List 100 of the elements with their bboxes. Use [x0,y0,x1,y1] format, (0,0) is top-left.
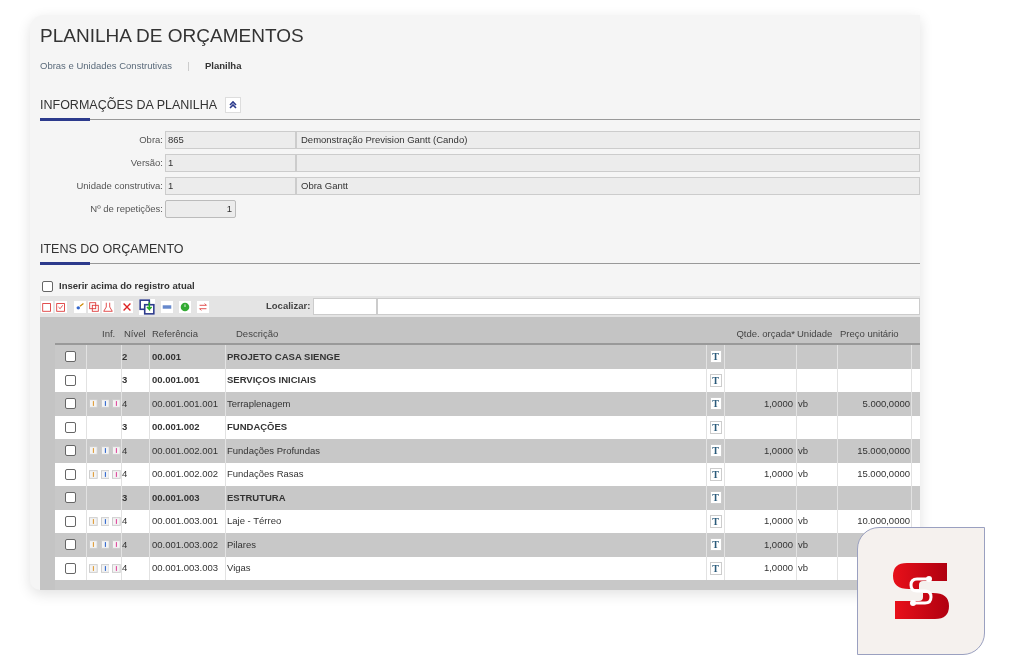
delete-icon[interactable] [121,300,133,313]
checkbox[interactable] [65,515,76,527]
duplicate-icon[interactable] [88,300,100,313]
note-button[interactable]: T [709,514,722,528]
description-cell: Fundações Profundas [226,439,707,463]
checkbox[interactable] [65,351,76,363]
level-cell: 3 [122,486,150,510]
section-title: ITENS DO ORÇAMENTO [40,240,184,258]
code-field[interactable]: 1 [165,154,296,172]
flask-icon[interactable] [102,300,114,313]
info-icon[interactable] [112,540,121,550]
info-icon[interactable] [89,469,98,479]
note-button[interactable]: T [709,467,722,481]
unit-cell: vb [798,514,809,529]
reference-cell: 00.001.002.001 [150,439,226,463]
info-icon[interactable] [100,399,110,409]
info-icon[interactable] [112,469,121,479]
checkbox[interactable] [65,539,76,551]
note-button[interactable]: T [709,350,722,364]
level-cell: 4 [122,533,150,557]
note-button[interactable]: T [709,491,722,505]
field-label: Versão: [129,155,164,170]
column-header: Unidade [797,326,834,341]
level-cell: 4 [122,392,150,416]
description-cell: Terraplenagem [226,392,707,416]
checkbox[interactable] [65,492,76,504]
column-header: Descrição [235,326,280,341]
reference-cell: 00.001.003.002 [150,533,226,557]
column-header: Qtde. orçada* [735,326,796,341]
price-cell: 5.000,0000 [862,396,910,411]
info-icon[interactable] [100,516,110,526]
search-field[interactable] [313,298,378,315]
field-label: Nº de repetições: [89,201,164,216]
checkbox[interactable] [65,445,76,457]
note-button[interactable]: T [709,397,722,411]
quantity-cell: 1,0000 [763,514,793,529]
copy-icon[interactable] [41,300,53,313]
description-field[interactable]: Demonstração Prevision Gantt (Cando) [296,131,920,149]
quantity-cell: 1,0000 [763,396,793,411]
move-icon[interactable] [139,298,155,315]
quantity-cell: 1,0000 [763,537,793,552]
search-label: Localizar: [266,299,311,314]
reference-cell: 00.001.003 [150,486,226,510]
column-header: Referência [151,326,199,341]
column-header: Inf. [101,326,117,341]
note-button[interactable]: T [709,538,722,552]
reference-cell: 00.001.001.001 [150,392,226,416]
reference-cell: 00.001 [150,345,226,369]
code-field[interactable]: 865 [165,131,296,149]
info-icon[interactable] [89,563,98,573]
page-title: PLANILHA DE ORÇAMENTOS [40,24,305,48]
quantity-cell: 1,0000 [763,443,793,458]
info-icon[interactable] [100,446,110,456]
price-cell: 15.000,0000 [857,443,910,458]
breadcrumb-link[interactable]: Planilha [205,58,242,74]
info-icon[interactable] [100,540,110,550]
info-icon[interactable] [112,446,121,456]
info-icon[interactable] [112,516,121,526]
field-label: Unidade construtiva: [75,178,164,193]
info-icon[interactable] [112,399,121,409]
level-cell: 4 [122,439,150,463]
description-field[interactable]: Obra Gantt [296,177,920,195]
checkbox[interactable] [65,468,76,480]
info-icon[interactable] [100,563,110,573]
price-cell: 15.000,0000 [857,467,910,482]
description-field[interactable] [296,154,920,172]
level-cell: 2 [122,345,150,369]
checkbox[interactable] [65,421,76,433]
note-button[interactable]: T [709,420,722,434]
price-cell: 10.000,0000 [857,514,910,529]
description-cell: ESTRUTURA [226,486,707,510]
description-cell: PROJETO CASA SIENGE [226,345,707,369]
chevrons-icon [228,100,239,110]
description-cell: Pilares [226,533,707,557]
code-field[interactable]: 1 [165,177,296,195]
search-field[interactable] [377,298,920,315]
checkbox[interactable] [65,374,76,386]
note-button[interactable]: T [709,373,722,387]
field-label: Obra: [138,132,164,147]
checkbox[interactable] [65,398,76,410]
swap-icon[interactable] [197,300,209,313]
collapse-button[interactable] [225,97,242,113]
unit-cell: vb [798,467,809,482]
section-title: INFORMAÇÕES DA PLANILHA [40,96,218,114]
note-button[interactable]: T [709,561,722,575]
quantity-cell: 1,0000 [763,561,793,576]
quantity-cell: 1,0000 [763,467,793,482]
column-header: Preço unitário [839,326,900,341]
unit-cell: vb [798,443,809,458]
info-icon[interactable] [89,516,98,526]
input-field[interactable]: 1 [165,200,236,218]
info-icon[interactable] [100,469,110,479]
unit-cell: vb [798,561,809,576]
unit-cell: vb [798,537,809,552]
checkbox[interactable] [42,280,53,292]
info-icon[interactable] [112,563,121,573]
breadcrumb-link[interactable]: Obras e Unidades Construtivas [40,58,172,74]
checkbox[interactable] [65,562,76,574]
checkbox-label: Inserir acima do registro atual [59,278,195,293]
note-button[interactable]: T [709,444,722,458]
